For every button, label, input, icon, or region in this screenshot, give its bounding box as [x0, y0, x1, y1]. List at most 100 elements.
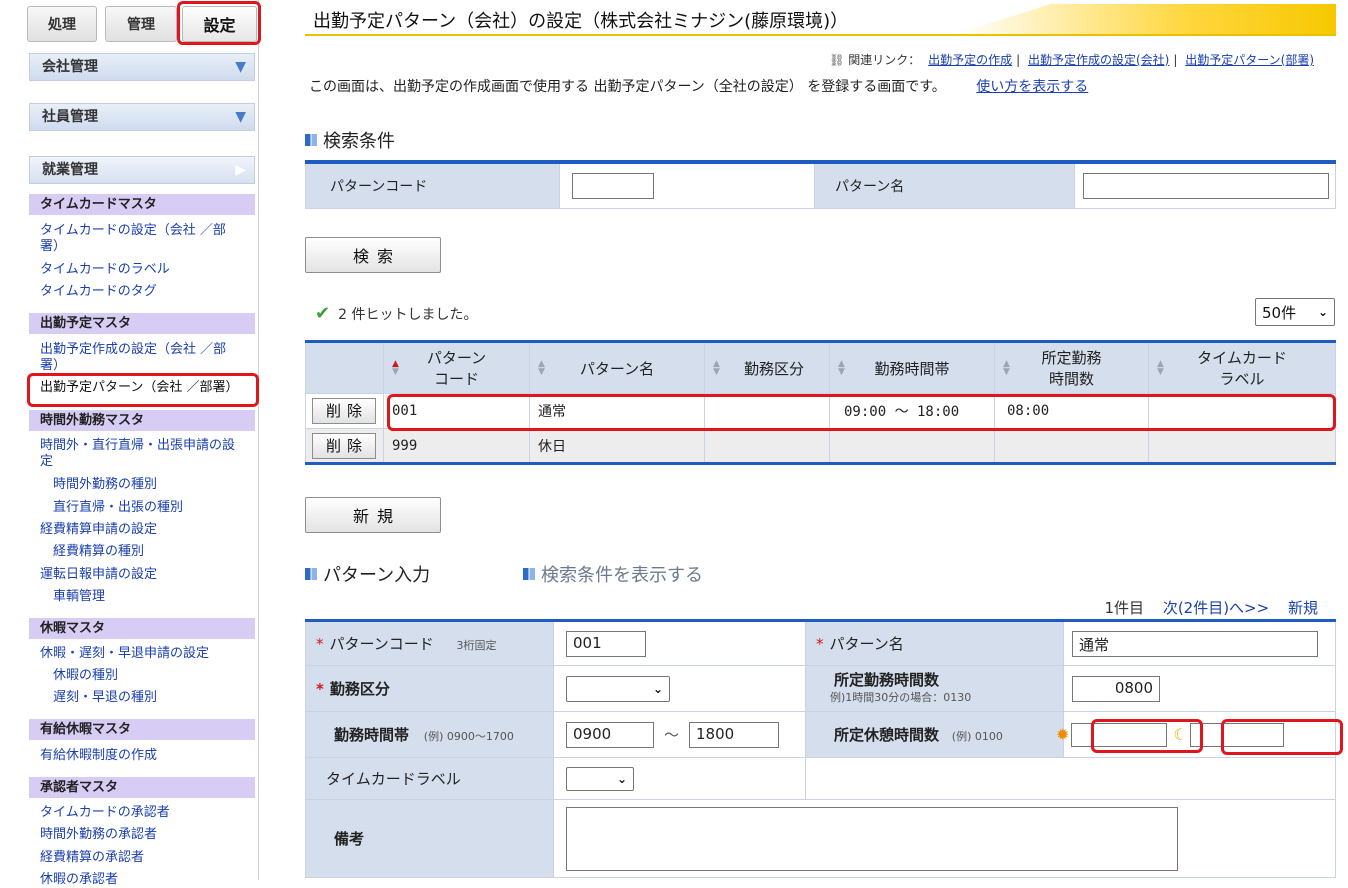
- sidebar-link-driving-report-settings[interactable]: 運転日報申請の設定: [40, 567, 245, 583]
- break-night-input[interactable]: [1189, 722, 1284, 747]
- sidebar-link-expense-settings[interactable]: 経費精算申請の設定: [40, 522, 245, 538]
- sidebar-link-overtime-settings[interactable]: 時間外・直行直帰・出張申請の設定: [40, 438, 245, 470]
- remarks-textarea[interactable]: [566, 806, 1178, 871]
- table-row[interactable]: 削除 999 休日: [305, 428, 1336, 464]
- cell-code: 999: [383, 428, 530, 464]
- search-pattern-code-input[interactable]: [572, 172, 654, 199]
- menu-group-label: 就業管理: [42, 162, 98, 178]
- field-label: 所定休憩時間数: [834, 726, 940, 744]
- cell-label: [1148, 428, 1336, 464]
- sidebar-link-late-early-types[interactable]: 遅刻・早退の種別: [53, 690, 258, 706]
- search-pattern-name-input[interactable]: [1083, 172, 1329, 199]
- pattern-form-table: * パターンコード 3桁固定 001 * パターン名 通常 * 勤務区分 ⌄ 所…: [305, 619, 1336, 878]
- work-time-input[interactable]: 0800: [1072, 675, 1160, 702]
- sort-icon: ▲ ▼: [1157, 359, 1164, 377]
- sidebar-link-timecard-approver[interactable]: タイムカードの承認者: [40, 805, 245, 821]
- related-link-pattern-department[interactable]: 出勤予定パターン(部署): [1185, 53, 1314, 67]
- per-page-value: 50件: [1262, 303, 1297, 322]
- section-square-icon: [523, 568, 535, 580]
- pager-new-link[interactable]: 新規: [1288, 599, 1318, 617]
- tab-management[interactable]: 管理: [105, 6, 177, 42]
- sidebar-link-leave-settings[interactable]: 休暇・遅刻・早退申請の設定: [40, 646, 245, 662]
- sidebar-link-vehicle-management[interactable]: 車輌管理: [53, 589, 258, 605]
- break-day-input[interactable]: [1071, 722, 1168, 747]
- pattern-name-input[interactable]: 通常: [1072, 630, 1318, 657]
- hours-from-input[interactable]: 0900: [566, 721, 654, 748]
- menu-group-work[interactable]: 就業管理 ▶: [29, 156, 255, 184]
- timecard-label-select[interactable]: ⌄: [566, 766, 634, 791]
- sidebar-link-timecard-settings[interactable]: タイムカードの設定（会社 ／部署）: [40, 223, 245, 255]
- required-mark: *: [316, 635, 324, 653]
- tab-settings[interactable]: 設定: [182, 6, 257, 42]
- title-bar-decoration: [956, 4, 1336, 34]
- menu-group-employee[interactable]: 社員管理 ▼: [29, 103, 255, 131]
- tab-process[interactable]: 処理: [27, 6, 97, 42]
- sort-icon: ▲ ▼: [838, 359, 845, 377]
- moon-icon: ☾: [1173, 725, 1188, 744]
- record-pager: 1件目 次(2件目)へ>> 新規: [1104, 597, 1318, 618]
- related-links: ⛓ 関連リンク： 出勤予定の作成 | 出勤予定作成の設定(会社) | 出勤予定パター…: [829, 53, 1314, 67]
- toggle-search-label: 検索条件を表示する: [541, 565, 703, 586]
- chevron-down-icon: ⌄: [1317, 305, 1328, 319]
- sidebar-link-paid-leave-system[interactable]: 有給休暇制度の作成: [40, 748, 245, 764]
- sidebar-link-timecard-label[interactable]: タイムカードのラベル: [40, 262, 245, 278]
- field-label: 勤務時間帯: [334, 726, 410, 744]
- required-mark: *: [316, 680, 324, 698]
- search-conditions-table: パターンコード パターン名: [305, 160, 1336, 209]
- field-hint: (例) 0900〜1700: [423, 730, 514, 743]
- section-form-label: パターン入力: [323, 565, 431, 586]
- sidebar-link-leave-types[interactable]: 休暇の種別: [53, 668, 258, 684]
- section-square-icon: [305, 134, 317, 146]
- new-button[interactable]: 新規: [305, 497, 441, 533]
- pager-next-link[interactable]: 次(2件目)へ>>: [1163, 599, 1269, 617]
- category-schedule-master: 出勤予定マスタ: [29, 313, 255, 334]
- header-work-hours[interactable]: ▲ ▼ 勤務時間帯: [829, 341, 995, 394]
- help-link[interactable]: 使い方を表示する: [976, 79, 1088, 95]
- page-description: この画面は、出勤予定の作成画面で使用する 出勤予定パターン（全社の設定） を登録…: [309, 76, 1088, 96]
- cell-hours: [829, 428, 995, 464]
- sidebar-link-timecard-tag[interactable]: タイムカードのタグ: [40, 284, 245, 300]
- header-pattern-name[interactable]: ▲ ▼ パターン名: [529, 341, 705, 394]
- related-link-schedule-settings-company[interactable]: 出勤予定作成の設定(会社): [1028, 53, 1169, 67]
- sidebar-link-overtime-approver[interactable]: 時間外勤務の承認者: [40, 827, 245, 843]
- delete-button[interactable]: 削除: [312, 432, 376, 459]
- header-label: 所定勤務: [1041, 349, 1102, 367]
- header-timecard-label[interactable]: ▲ ▼ タイムカード ラベル: [1148, 341, 1336, 394]
- work-type-select[interactable]: ⌄: [566, 675, 670, 702]
- triangle-down-icon: ▼: [235, 59, 246, 75]
- sidebar-link-expense-approver[interactable]: 経費精算の承認者: [40, 850, 245, 866]
- sidebar-link-leave-approver[interactable]: 休暇の承認者: [40, 872, 245, 888]
- field-label: タイムカードラベル: [305, 757, 554, 800]
- pattern-code-input[interactable]: 001: [566, 630, 646, 657]
- chevron-down-icon: ⌄: [652, 681, 663, 696]
- header-scheduled-time[interactable]: ▲ ▼ 所定勤務 時間数: [994, 341, 1149, 394]
- header-pattern-code[interactable]: ▲ ▼ パターン コード: [383, 341, 530, 394]
- sidebar-link-direct-travel-types[interactable]: 直行直帰・出張の種別: [53, 500, 258, 516]
- field-label: 勤務区分: [329, 680, 390, 698]
- toggle-search-link[interactable]: 検索条件を表示する: [523, 561, 703, 587]
- field-label: パターンコード: [329, 635, 434, 653]
- menu-group-label: 会社管理: [42, 59, 98, 75]
- field-label: 所定勤務時間数: [834, 670, 940, 689]
- section-search-label: 検索条件: [323, 131, 395, 152]
- per-page-select[interactable]: 50件 ⌄: [1255, 298, 1335, 326]
- related-link-schedule-create[interactable]: 出勤予定の作成: [928, 53, 1012, 67]
- hours-to-input[interactable]: 1800: [689, 721, 780, 748]
- required-mark: *: [816, 635, 824, 653]
- category-approver-master: 承認者マスタ: [29, 777, 255, 798]
- table-row[interactable]: 削除 001 通常 09:00 〜 18:00 08:00: [305, 393, 1336, 429]
- header-label: 時間数: [1048, 370, 1094, 388]
- delete-button[interactable]: 削除: [312, 398, 376, 424]
- sidebar-link-expense-types[interactable]: 経費精算の種別: [53, 544, 258, 560]
- header-label: タイムカード: [1197, 349, 1287, 367]
- field-label: パターン名: [829, 635, 904, 653]
- sidebar-link-schedule-settings[interactable]: 出勤予定作成の設定（会社 ／部署）: [40, 342, 245, 374]
- section-square-icon: [305, 568, 317, 580]
- cell-hours: 09:00 〜 18:00: [829, 393, 995, 429]
- field-hint: 例)1時間30分の場合：0130: [830, 690, 972, 704]
- header-work-type[interactable]: ▲ ▼ 勤務区分: [704, 341, 830, 394]
- sidebar-link-schedule-pattern[interactable]: 出勤予定パターン（会社 ／部署）: [40, 380, 245, 396]
- search-button[interactable]: 検索: [305, 237, 441, 273]
- sidebar-link-overtime-types[interactable]: 時間外勤務の種別: [53, 477, 258, 493]
- menu-group-company[interactable]: 会社管理 ▼: [29, 53, 255, 81]
